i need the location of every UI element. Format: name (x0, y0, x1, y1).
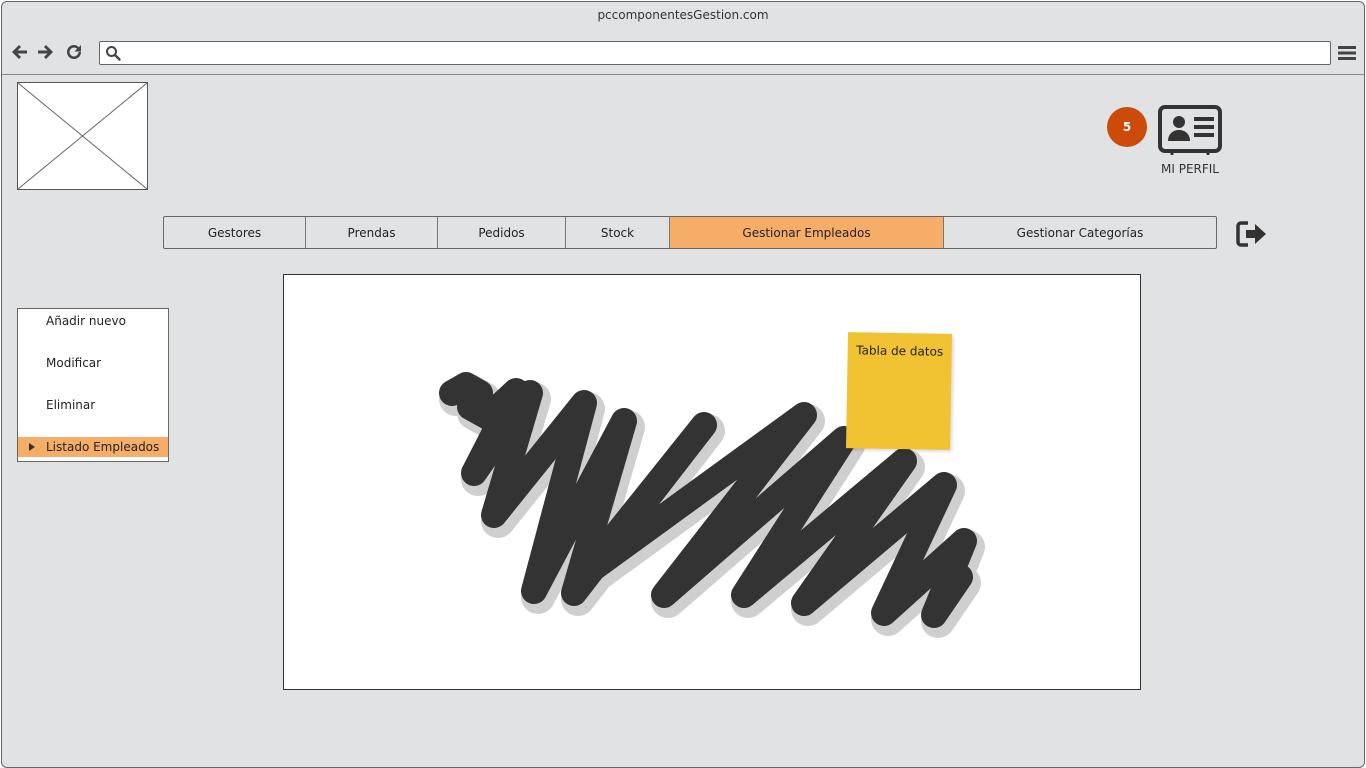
address-input[interactable] (126, 44, 1325, 62)
notification-badge[interactable]: 5 (1107, 107, 1147, 147)
sidebar-item-modificar[interactable]: Modificar (18, 353, 168, 373)
profile-label: MI PERFIL (1161, 162, 1219, 176)
sidebar-item-eliminar[interactable]: Eliminar (18, 395, 168, 415)
sidebar-item-label: Eliminar (46, 398, 96, 412)
tab-gestionar-categorias[interactable]: Gestionar Categorías (944, 217, 1216, 248)
browser-toolbar (2, 32, 1364, 75)
forward-arrow-icon[interactable] (35, 42, 55, 62)
sidebar-item-label: Modificar (46, 356, 102, 370)
logout-icon[interactable] (1236, 220, 1268, 248)
sidebar-item-label: Listado Empleados (46, 440, 160, 454)
tab-gestores[interactable]: Gestores (164, 217, 306, 248)
window-title: pccomponentesGestion.com (597, 8, 769, 22)
search-icon (106, 46, 121, 61)
hamburger-menu-icon[interactable] (1338, 44, 1356, 62)
sidebar-item-label: Añadir nuevo (46, 314, 126, 328)
content-panel: Tabla de datos (283, 274, 1141, 690)
back-arrow-icon[interactable] (10, 42, 30, 62)
address-bar[interactable] (99, 41, 1331, 65)
reload-icon[interactable] (64, 42, 84, 62)
tab-prendas[interactable]: Prendas (306, 217, 438, 248)
sidebar-item-anadir-nuevo[interactable]: Añadir nuevo (18, 311, 168, 331)
sticky-note: Tabla de datos (845, 332, 953, 450)
tab-stock[interactable]: Stock (566, 217, 670, 248)
caret-right-icon (29, 443, 35, 451)
image-placeholder-icon (17, 82, 148, 190)
scribble-placeholder (439, 372, 985, 638)
browser-window: pccomponentesGestion.com 5 MI PERFIL Ges… (1, 1, 1365, 768)
tab-gestionar-empleados[interactable]: Gestionar Empleados (670, 217, 944, 248)
tab-pedidos[interactable]: Pedidos (438, 217, 566, 248)
sticky-note-text: Tabla de datos (856, 343, 944, 359)
main-tabs: Gestores Prendas Pedidos Stock Gestionar… (163, 216, 1217, 249)
logo-image-placeholder (17, 82, 148, 190)
profile-button[interactable]: MI PERFIL (1152, 104, 1228, 180)
sidebar-menu: Añadir nuevo Modificar Eliminar Listado … (17, 308, 169, 462)
sidebar-item-listado-empleados[interactable]: Listado Empleados (18, 437, 168, 457)
id-card-icon (1158, 105, 1222, 155)
